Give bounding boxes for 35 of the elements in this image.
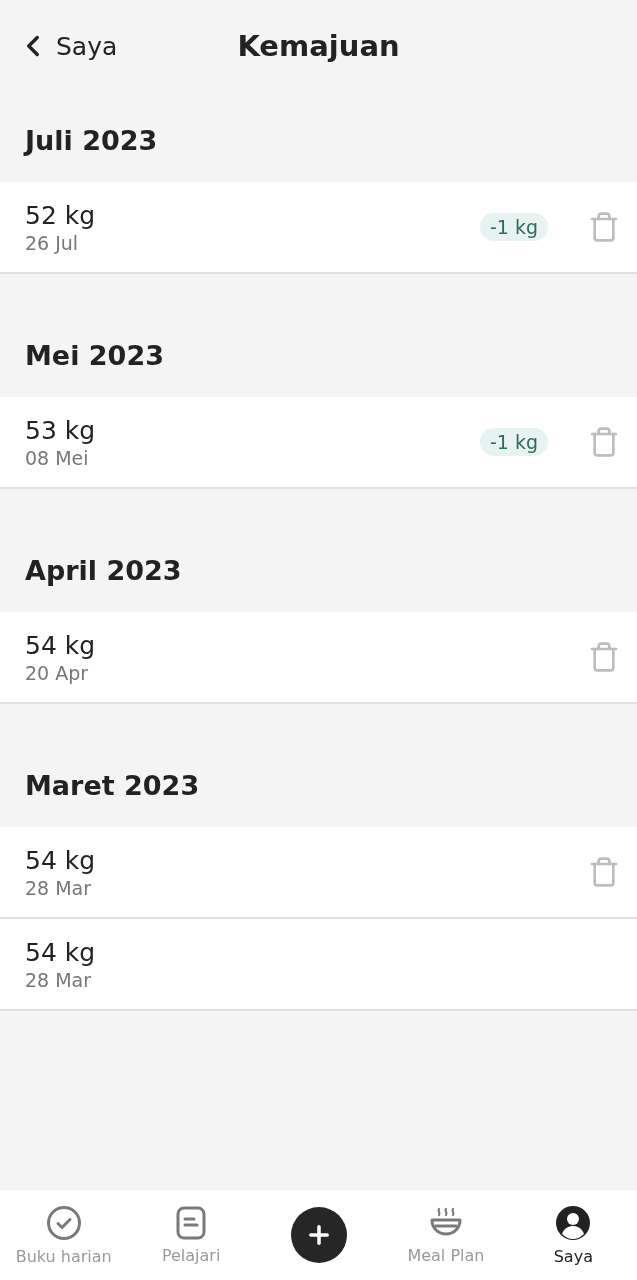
nav-tab[interactable]: Saya bbox=[509, 1204, 637, 1266]
page-title: Kemajuan bbox=[237, 29, 400, 63]
trash-icon bbox=[588, 856, 620, 888]
weight-entry[interactable]: 54 kg 28 Mar bbox=[0, 827, 637, 919]
weight-value: 54 kg bbox=[25, 630, 97, 660]
delete-button[interactable] bbox=[588, 641, 620, 673]
delete-button[interactable] bbox=[588, 426, 620, 458]
month-heading: Maret 2023 bbox=[25, 770, 200, 801]
weight-value: 52 kg bbox=[25, 200, 97, 230]
change-badge: -1 kg bbox=[479, 428, 548, 456]
entry-date: 20 Apr bbox=[25, 661, 90, 684]
entry-date: 26 Jul bbox=[25, 231, 80, 254]
weight-entry[interactable]: 54 kg 20 Apr bbox=[0, 612, 637, 704]
weight-entry[interactable]: 52 kg 26 Jul -1 kg bbox=[0, 182, 637, 274]
note-icon bbox=[176, 1205, 207, 1240]
weight-entry[interactable]: 54 kg 28 Mar bbox=[0, 919, 637, 1011]
check-circle-icon bbox=[45, 1204, 82, 1241]
delete-button[interactable] bbox=[588, 211, 620, 243]
trash-icon bbox=[588, 426, 620, 458]
weight-entry[interactable]: 53 kg 08 Mei -1 kg bbox=[0, 397, 637, 489]
weight-value: 54 kg bbox=[25, 937, 97, 967]
weight-value: 54 kg bbox=[25, 845, 97, 875]
month-heading: Mei 2023 bbox=[25, 340, 164, 371]
entry-date: 28 Mar bbox=[25, 876, 93, 899]
change-badge: -1 kg bbox=[479, 213, 548, 241]
month-heading: Juli 2023 bbox=[25, 125, 158, 156]
profile-icon bbox=[555, 1204, 592, 1241]
weight-value: 53 kg bbox=[25, 415, 97, 445]
delete-button[interactable] bbox=[588, 856, 620, 888]
trash-icon bbox=[588, 641, 620, 673]
entry-date: 08 Mei bbox=[25, 446, 90, 469]
month-heading: April 2023 bbox=[25, 555, 182, 586]
back-button[interactable]: Saya bbox=[0, 29, 118, 63]
trash-icon bbox=[588, 211, 620, 243]
entry-date: 28 Mar bbox=[25, 968, 93, 991]
